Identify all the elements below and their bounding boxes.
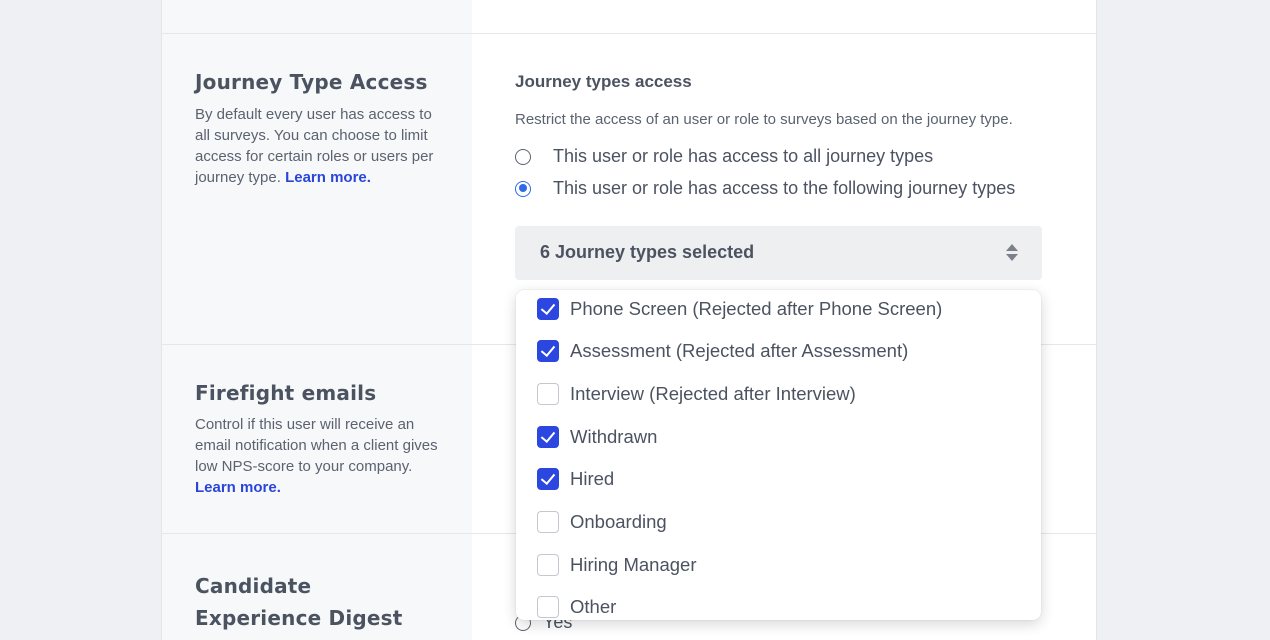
option-label: Assessment (Rejected after Assessment) [570,339,909,361]
journey-types-dropdown: Phone Screen (Rejected after Phone Scree… [516,290,1041,620]
option-label: Phone Screen (Rejected after Phone Scree… [570,297,943,319]
option-label: Hiring Manager [570,553,697,575]
journey-option[interactable]: Interview (Rejected after Interview) [516,372,1041,415]
radio-following-journey-types[interactable]: This user or role has access to the foll… [515,178,1015,199]
radio-all-label: This user or role has access to all jour… [553,146,934,166]
journey-option[interactable]: Hired [516,457,1041,500]
option-label: Hired [570,467,615,489]
checkbox-checked[interactable] [537,467,559,490]
left-column [162,0,472,640]
journey-types-access-title: Journey types access [515,72,692,91]
option-label: Interview (Rejected after Interview) [570,382,856,404]
journey-option[interactable]: Phone Screen (Rejected after Phone Scree… [516,290,1041,330]
checkbox[interactable] [537,510,559,533]
firefight-description-text: Control if this user will receive an ema… [195,416,438,475]
journey-section-title: Journey Type Access [195,70,428,94]
journey-option[interactable]: Onboarding [516,500,1041,543]
journey-option[interactable]: Other [516,585,1041,620]
select-value: 6 Journey types selected [540,242,755,262]
option-label: Onboarding [570,510,667,532]
radio-button[interactable] [515,148,531,165]
option-label: Other [570,595,617,617]
journey-types-select[interactable]: 6 Journey types selected [515,226,1042,280]
journey-section-description: By default every user has access to all … [195,104,440,188]
radio-all-journey-types[interactable]: This user or role has access to all jour… [515,146,933,167]
digest-section-title: Candidate Experience Digest [195,570,403,634]
journey-learn-more-link[interactable]: Learn more. [285,169,371,186]
sort-arrows-icon [1006,244,1018,262]
firefight-learn-more-link[interactable]: Learn more. [195,479,281,496]
digest-title-line1: Candidate [195,574,312,598]
digest-title-line2: Experience Digest [195,606,403,630]
section-divider [162,33,1096,34]
checkbox-checked[interactable] [537,425,559,448]
checkbox-checked[interactable] [537,339,559,362]
radio-button-selected[interactable] [515,180,531,197]
journey-option[interactable]: Assessment (Rejected after Assessment) [516,329,1041,372]
journey-option[interactable]: Hiring Manager [516,543,1041,586]
checkbox[interactable] [537,553,559,576]
firefight-section-description: Control if this user will receive an ema… [195,414,440,498]
radio-following-label: This user or role has access to the foll… [553,178,1016,198]
option-label: Withdrawn [570,425,658,447]
journey-types-access-description: Restrict the access of an user or role t… [515,111,1013,128]
checkbox-checked[interactable] [537,297,559,320]
journey-option[interactable]: Withdrawn [516,415,1041,458]
checkbox[interactable] [537,382,559,405]
checkbox[interactable] [537,595,559,618]
firefight-section-title: Firefight emails [195,381,377,405]
